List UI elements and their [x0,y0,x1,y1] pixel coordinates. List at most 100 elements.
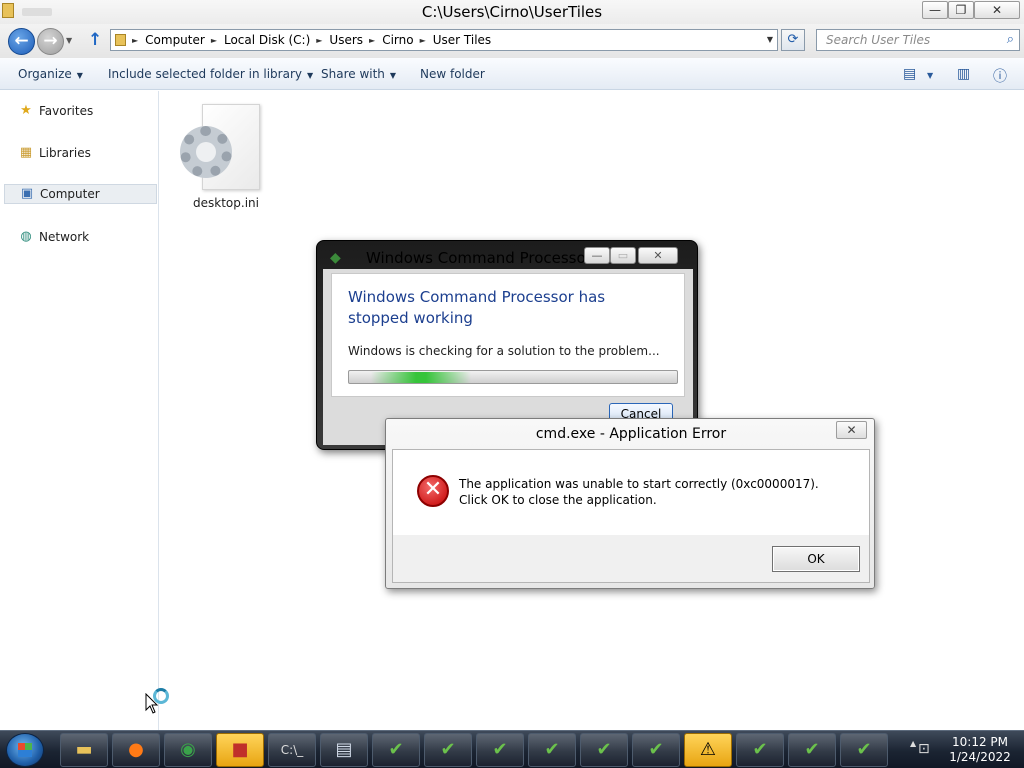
breadcrumb-user-tiles[interactable]: User Tiles [433,33,497,47]
address-bar[interactable]: ► Computer ► Local Disk (C:) ► Users ► C… [110,29,778,51]
close-button[interactable]: ✕ [836,421,867,439]
dialog-content: ✕ The application was unable to start co… [393,450,869,535]
window-title: C:\Users\Cirno\UserTiles [421,3,603,21]
breadcrumb-computer[interactable]: Computer [145,33,211,47]
error-icon: ✕ [417,475,449,507]
chevron-down-icon: ▼ [76,71,83,80]
maximize-button: ▭ [610,247,636,264]
dialog-frame: ✕ The application was unable to start co… [392,449,870,583]
file-name: desktop.ini [193,196,259,210]
organize-menu[interactable]: Organize ▼ [18,67,83,81]
chevron-right-icon[interactable]: ► [420,36,433,45]
program-icon: ◆ [330,250,341,266]
chevron-down-icon: ▼ [306,71,314,80]
close-button[interactable]: ✕ [638,247,678,264]
chevron-down-icon[interactable]: ▼ [927,71,933,80]
search-icon[interactable]: ⌕ [1007,30,1014,50]
minimize-button[interactable]: — [922,1,948,19]
star-icon: ★ [20,103,32,118]
taskbar-chrome-icon[interactable]: ◉ [164,733,212,767]
taskbar-installer-icon[interactable]: ✔ [840,733,888,767]
start-button[interactable] [6,733,44,767]
progress-bar [348,370,678,384]
taskbar-installer-icon[interactable]: ✔ [632,733,680,767]
file-item[interactable]: desktop.ini [178,102,274,212]
clock[interactable]: 10:12 PM 1/24/2022 [940,735,1020,765]
minimize-button[interactable]: — [584,247,610,264]
system-tray: ▲ ⊡ 10:12 PM 1/24/2022 [910,731,1024,768]
network-status-icon[interactable]: ⊡ [918,741,930,757]
taskbar-installer-icon[interactable]: ✔ [372,733,420,767]
ok-button[interactable]: OK [772,546,860,572]
error-message: The application was unable to start corr… [459,477,819,507]
taskbar-installer-icon[interactable]: ✔ [528,733,576,767]
computer-icon: ▣ [20,186,34,201]
help-icon[interactable]: ⓘ [993,66,1007,86]
taskbar-installer-icon[interactable]: ✔ [424,733,472,767]
preview-pane-icon[interactable]: ▥ [957,66,970,82]
chevron-right-icon[interactable]: ► [132,36,145,45]
dialog-heading: Windows Command Processor has stopped wo… [348,288,606,327]
taskbar-installer-icon[interactable]: ✔ [476,733,524,767]
refresh-button[interactable]: ⟳ [781,29,805,51]
windows-logo-icon [18,743,32,757]
nav-item-computer[interactable]: ▣ Computer [4,184,157,204]
nav-item-libraries[interactable]: ▦ Libraries [4,143,157,163]
chevron-right-icon[interactable]: ► [369,36,382,45]
taskbar-installer-icon[interactable]: ✔ [788,733,836,767]
include-label: Include selected folder in library [108,67,302,81]
nav-libraries-label: Libraries [39,146,91,160]
organize-label: Organize [18,67,72,81]
view-options-icon[interactable]: ▤ [903,66,916,82]
taskbar-explorer-icon[interactable]: ▬ [60,733,108,767]
dialog-content: Windows Command Processor has stopped wo… [331,273,685,397]
clock-date: 1/24/2022 [949,750,1011,764]
share-with-menu[interactable]: Share with ▼ [321,67,396,81]
new-folder-button[interactable]: New folder [420,67,485,81]
tray-expand-icon[interactable]: ▲ [910,739,916,748]
forward-button[interactable]: → [37,28,64,55]
back-button[interactable]: ← [8,28,35,55]
taskbar-firefox-icon[interactable]: ● [112,733,160,767]
nav-computer-label: Computer [40,187,100,201]
address-dropdown-icon[interactable]: ▼ [767,35,773,44]
navigation-pane: ★ Favorites ▦ Libraries ▣ Computer ◍ Net… [0,91,159,730]
taskbar-warning-icon[interactable]: ⚠ [684,733,732,767]
folder-icon [115,34,126,46]
taskbar-installer-icon[interactable]: ✔ [736,733,784,767]
busy-spinner-icon [153,688,169,704]
search-placeholder: Search User Tiles [826,33,931,47]
breadcrumb-local-disk[interactable]: Local Disk (C:) [224,33,316,47]
nav-item-network[interactable]: ◍ Network [4,227,157,247]
nav-favorites-label: Favorites [39,104,94,118]
progress-marquee [371,372,471,383]
search-input[interactable]: Search User Tiles ⌕ [816,29,1020,51]
dialog-title: cmd.exe - Application Error [535,426,727,442]
libraries-icon: ▦ [19,145,33,160]
taskbar-window-icon[interactable]: ▤ [320,733,368,767]
dialog-message: Windows is checking for a solution to th… [348,344,660,358]
command-bar: Organize ▼ Include selected folder in lib… [0,58,1024,90]
clock-time: 10:12 PM [952,735,1008,749]
taskbar-cmd-icon[interactable]: C:\_ [268,733,316,767]
history-dropdown-icon[interactable]: ▼ [66,36,72,45]
gear-hole [196,142,216,162]
network-icon: ◍ [20,229,32,244]
include-in-library-menu[interactable]: Include selected folder in library ▼ [108,67,313,81]
nav-item-favorites[interactable]: ★ Favorites [4,101,157,121]
taskbar-installer-icon[interactable]: ✔ [580,733,628,767]
close-button[interactable]: ✕ [974,1,1020,19]
maximize-button[interactable]: ❐ [948,1,974,19]
chevron-right-icon[interactable]: ► [211,36,224,45]
breadcrumb-users[interactable]: Users [329,33,369,47]
application-error-dialog: cmd.exe - Application Error ✕ ✕ The appl… [385,418,875,589]
nav-network-label: Network [39,230,90,244]
explorer-titlebar: C:\Users\Cirno\UserTiles — ❐ ✕ [0,0,1024,24]
taskbar: ▬ ● ◉ ■ C:\_ ▤ ✔ ✔ ✔ ✔ ✔ ✔ ⚠ ✔ ✔ ✔ ▲ ⊡ 1… [0,730,1024,768]
taskbar-app-icon[interactable]: ■ [216,733,264,767]
share-label: Share with [321,67,385,81]
breadcrumb-cirno[interactable]: Cirno [382,33,419,47]
navigation-bar: ← → ▼ ↑ ► Computer ► Local Disk (C:) ► U… [0,24,1024,58]
chevron-right-icon[interactable]: ► [316,36,329,45]
up-arrow-icon[interactable]: ↑ [88,30,102,50]
